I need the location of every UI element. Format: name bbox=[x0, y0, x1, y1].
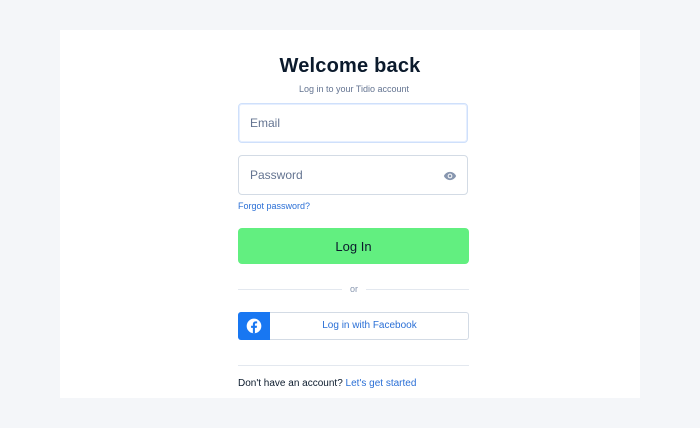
facebook-icon bbox=[246, 318, 262, 334]
signup-link[interactable]: Let's get started bbox=[346, 378, 417, 389]
page-subtitle: Log in to your Tidio account bbox=[298, 84, 410, 94]
eye-icon[interactable] bbox=[443, 169, 457, 183]
password-input[interactable] bbox=[250, 156, 440, 194]
signup-prompt: Don't have an account? Let's get started bbox=[238, 378, 416, 389]
or-separator: or bbox=[349, 284, 358, 294]
email-input[interactable] bbox=[250, 104, 440, 142]
divider-left bbox=[238, 289, 342, 290]
facebook-login-label: Log in with Facebook bbox=[322, 320, 417, 331]
footer-divider bbox=[238, 365, 469, 366]
forgot-password-link[interactable]: Forgot password? bbox=[238, 201, 310, 211]
signup-prompt-text: Don't have an account? bbox=[238, 378, 343, 389]
facebook-icon-box bbox=[238, 312, 270, 340]
email-field[interactable] bbox=[238, 103, 468, 143]
password-field[interactable] bbox=[238, 155, 468, 195]
divider-right bbox=[366, 289, 469, 290]
page-title: Welcome back bbox=[279, 55, 421, 77]
login-button[interactable]: Log In bbox=[238, 228, 469, 264]
facebook-login-button[interactable]: Log in with Facebook bbox=[238, 312, 469, 340]
